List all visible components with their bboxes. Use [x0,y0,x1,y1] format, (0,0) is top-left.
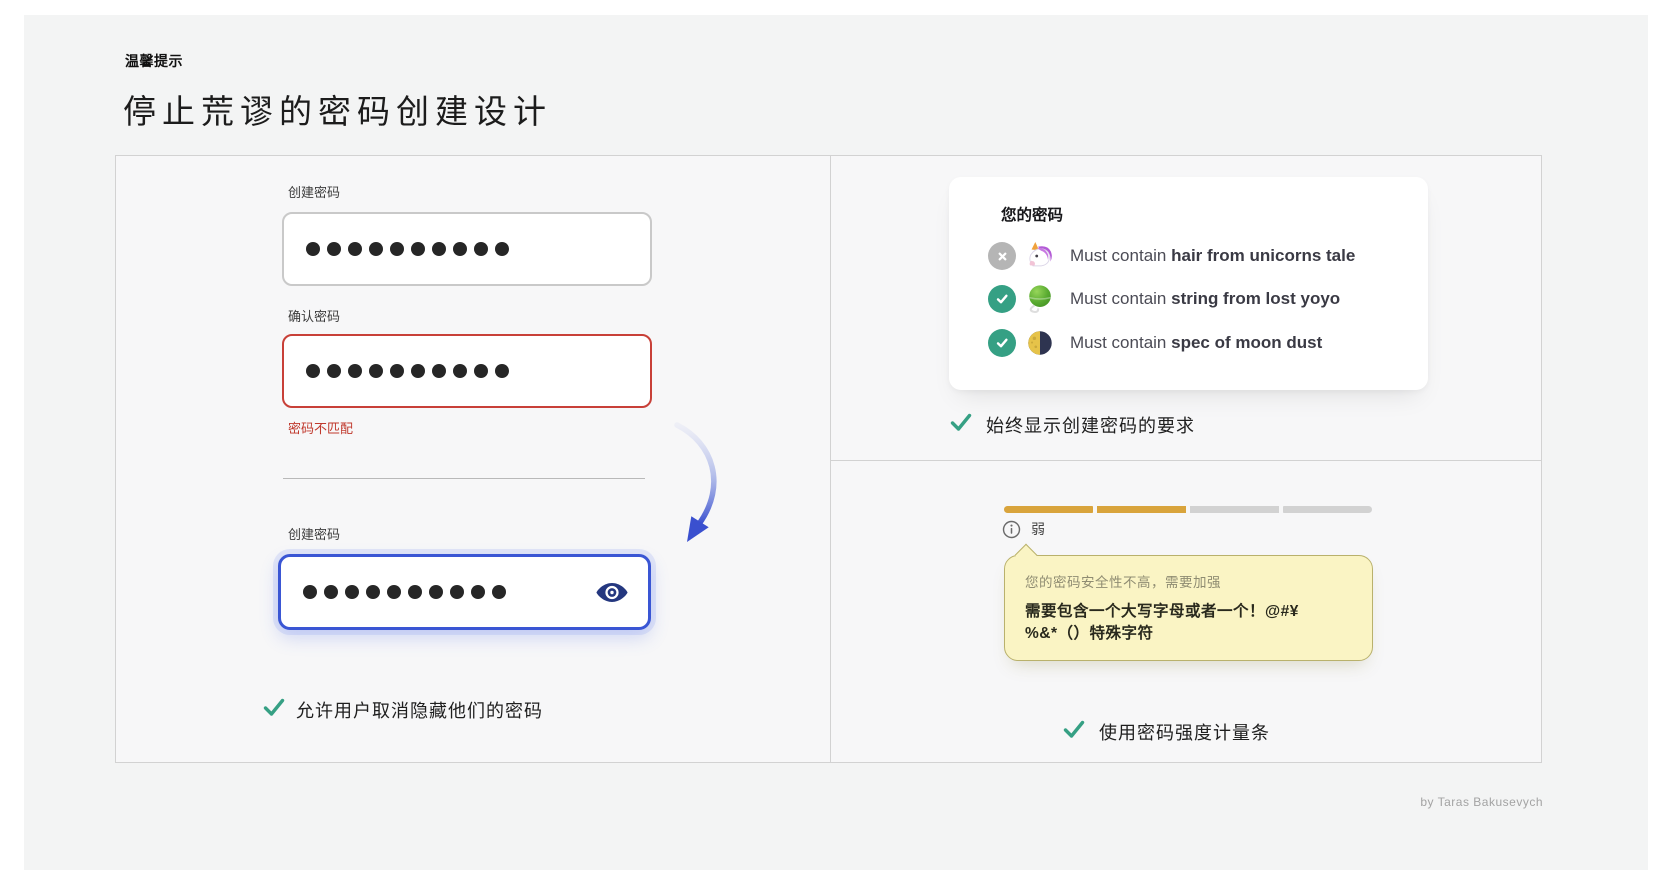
password-dot [390,242,404,256]
strength-level-row: 弱 [1002,519,1045,539]
password-dot [411,364,425,378]
meter-segment-empty [1190,506,1279,513]
tooltip-summary: 您的密码安全性不高，需要加强 [1025,571,1352,591]
password-dot [327,364,341,378]
password-dot [471,585,485,599]
card-title: 您的密码 [1001,203,1063,225]
password-dot [306,364,320,378]
password-dot [474,242,488,256]
meter-segment-empty [1283,506,1372,513]
password-dot [408,585,422,599]
page-title: 停止荒谬的密码创建设计 [123,85,552,133]
password-dot [495,242,509,256]
password-dot [345,585,359,599]
eye-icon [595,581,629,604]
password-dot [306,242,320,256]
vertical-divider [830,156,831,762]
meter-segment-filled [1004,506,1093,513]
eyebrow-label: 温馨提示 [125,51,183,71]
requirement-text: Must contain string from lost yoyo [1070,289,1340,309]
section-divider [283,478,645,479]
password-dot [303,585,317,599]
status-check-icon [988,329,1016,357]
password-dot [495,364,509,378]
password-dot [492,585,506,599]
tip-unmask-password: 允许用户取消隐藏他们的密码 [296,697,543,723]
check-icon [1062,717,1086,741]
unicorn-icon [1025,241,1055,271]
password-dot [369,364,383,378]
password-dot [432,364,446,378]
password-dot [324,585,338,599]
password-requirements-card: 您的密码 Must contain hair from unicorns tal… [949,177,1428,390]
check-icon [262,695,286,719]
strength-level-label: 弱 [1031,519,1045,539]
tip-show-requirements: 始终显示创建密码的要求 [986,412,1195,438]
horizontal-divider [830,460,1541,461]
create-password-label-2: 创建密码 [288,524,340,543]
password-mismatch-error: 密码不匹配 [288,418,353,437]
author-credit: by Taras Bakusevych [1420,795,1543,809]
password-dot [474,364,488,378]
password-dots-3 [303,585,506,599]
status-check-icon [988,285,1016,313]
password-dot [453,242,467,256]
confirm-password-label: 确认密码 [288,306,340,325]
moon-icon [1025,328,1055,358]
check-icon [949,410,973,434]
password-dot [369,242,383,256]
yoyo-icon [1025,284,1055,314]
requirement-row-unicorn: Must contain hair from unicorns tale [988,241,1355,271]
password-dot [453,364,467,378]
password-dots-1 [306,242,509,256]
password-dot [432,242,446,256]
password-dot [387,585,401,599]
password-dot [366,585,380,599]
status-cross-icon [988,242,1016,270]
requirement-text: Must contain spec of moon dust [1070,333,1322,353]
password-dot [348,364,362,378]
curved-arrow [639,403,749,563]
tip-strength-meter: 使用密码强度计量条 [1099,719,1270,745]
password-dots-2 [306,364,509,378]
create-password-field-1[interactable] [282,212,652,286]
password-dot [390,364,404,378]
create-password-label-1: 创建密码 [288,182,340,201]
password-dot [411,242,425,256]
info-icon[interactable] [1002,520,1021,539]
password-strength-meter [1004,506,1372,513]
requirement-text: Must contain hair from unicorns tale [1070,246,1355,266]
tooltip-requirement: 需要包含一个大写字母或者一个！@#¥ %&*（）特殊字符 [1025,601,1352,646]
password-dot [429,585,443,599]
password-dot [327,242,341,256]
password-dot [348,242,362,256]
meter-segment-filled [1097,506,1186,513]
content-board: 创建密码 确认密码 密码不匹配 创建密码 允许用户取消隐藏他们 [115,155,1542,763]
strength-tooltip: 您的密码安全性不高，需要加强 需要包含一个大写字母或者一个！@#¥ %&*（）特… [1004,555,1373,661]
confirm-password-field[interactable] [282,334,652,408]
create-password-field-focused[interactable] [278,554,651,630]
infographic-root: 温馨提示 停止荒谬的密码创建设计 创建密码 确认密码 密码不匹配 创建密码 [0,0,1672,884]
requirement-row-yoyo: Must contain string from lost yoyo [988,284,1340,314]
toggle-password-visibility-button[interactable] [594,579,630,605]
password-dot [450,585,464,599]
requirement-row-moon: Must contain spec of moon dust [988,328,1322,358]
